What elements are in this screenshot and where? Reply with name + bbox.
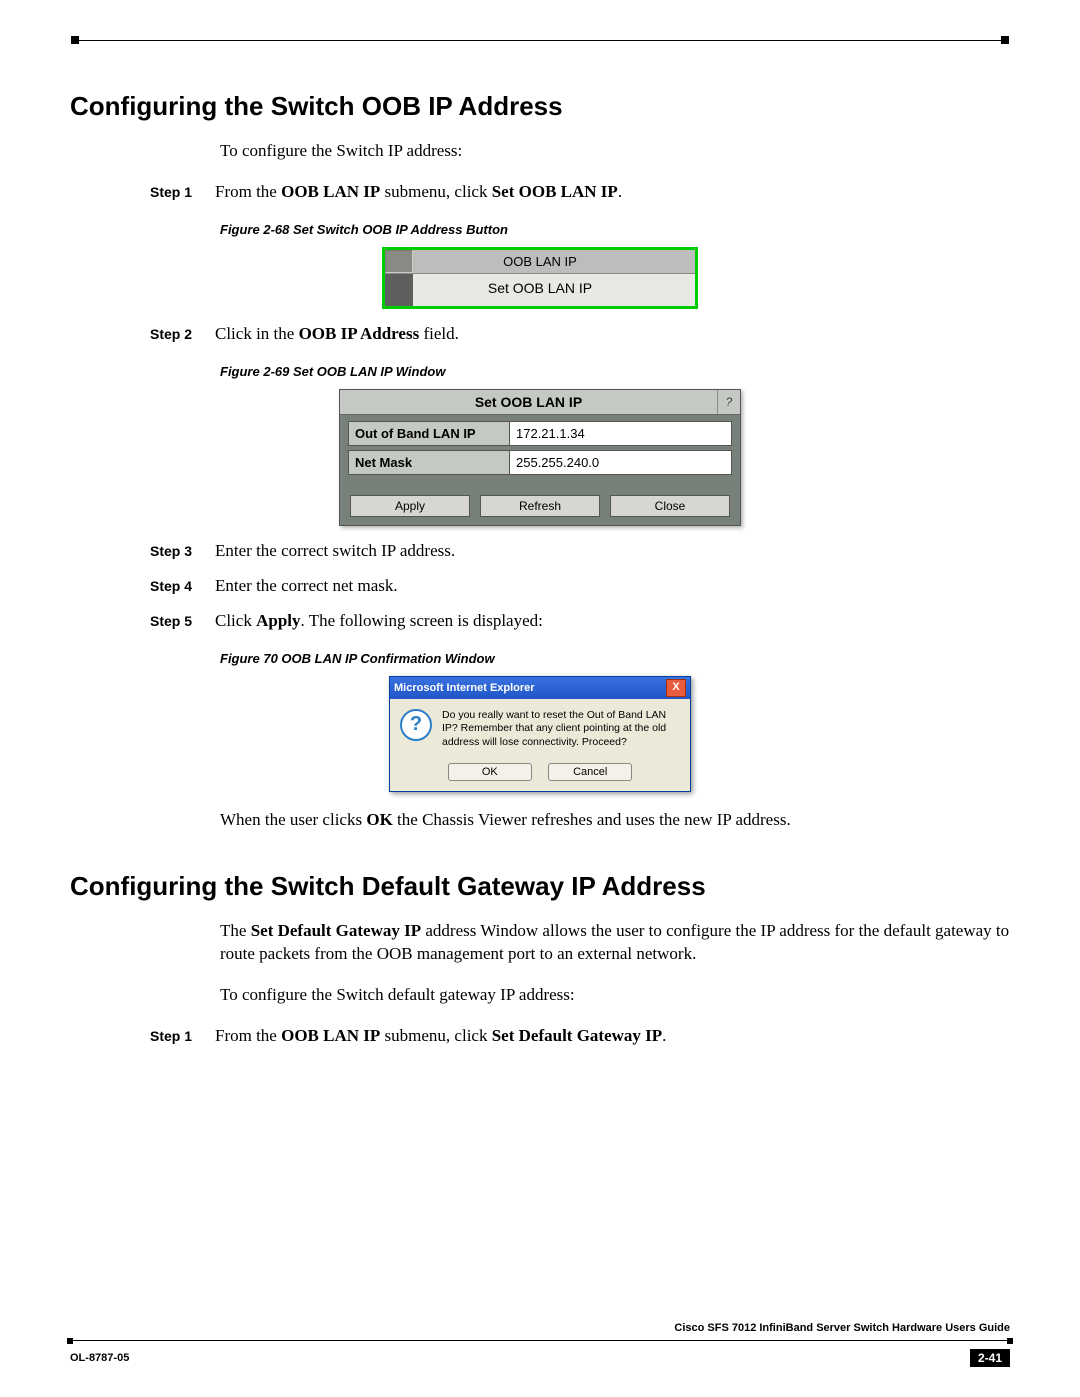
step-text: From the OOB LAN IP submenu, click Set D… (215, 1025, 1010, 1048)
figure-68-caption: Figure 2-68 Set Switch OOB IP Address Bu… (220, 222, 1010, 237)
top-horizontal-rule (75, 40, 1005, 51)
page-footer: Cisco SFS 7012 InfiniBand Server Switch … (70, 1340, 1010, 1367)
intro-text-oob: To configure the Switch IP address: (220, 140, 1010, 163)
step-text: Enter the correct switch IP address. (215, 540, 1010, 563)
step-4-oob: Step 4 Enter the correct net mask. (150, 575, 1010, 598)
window-title-set-oob: Set OOB LAN IP (340, 390, 717, 414)
step-text: Click in the OOB IP Address field. (215, 323, 1010, 346)
step-label: Step 2 (150, 325, 215, 344)
help-icon[interactable]: ? (717, 390, 740, 414)
step-1-gateway: Step 1 From the OOB LAN IP submenu, clic… (150, 1025, 1010, 1048)
figure-69-window: Set OOB LAN IP ? Out of Band LAN IP Net … (339, 389, 741, 526)
figure-70-dialog: Microsoft Internet Explorer X ? Do you r… (389, 676, 691, 792)
footer-horizontal-rule (70, 1340, 1010, 1347)
figure-70-caption: Figure 70 OOB LAN IP Confirmation Window (220, 651, 1010, 666)
close-icon[interactable]: X (666, 679, 686, 697)
footer-doc-title: Cisco SFS 7012 InfiniBand Server Switch … (70, 1322, 1010, 1334)
after-fig70-text: When the user clicks OK the Chassis View… (220, 809, 1010, 832)
step-2-oob: Step 2 Click in the OOB IP Address field… (150, 323, 1010, 346)
step-label: Step 5 (150, 612, 215, 631)
gateway-description: The Set Default Gateway IP address Windo… (220, 920, 1010, 966)
label-out-of-band-ip: Out of Band LAN IP (348, 421, 510, 446)
step-1-oob: Step 1 From the OOB LAN IP submenu, clic… (150, 181, 1010, 204)
label-net-mask: Net Mask (348, 450, 510, 475)
step-label: Step 1 (150, 1027, 215, 1046)
step-3-oob: Step 3 Enter the correct switch IP addre… (150, 540, 1010, 563)
apply-button[interactable]: Apply (350, 495, 470, 517)
step-text: From the OOB LAN IP submenu, click Set O… (215, 181, 1010, 204)
step-text: Click Apply. The following screen is dis… (215, 610, 1010, 633)
step-label: Step 1 (150, 183, 215, 202)
refresh-button[interactable]: Refresh (480, 495, 600, 517)
menu-item-set-oob-lan-ip[interactable]: Set OOB LAN IP (385, 274, 695, 306)
dialog-message: Do you really want to reset the Out of B… (442, 709, 680, 750)
menu-tab-oob-lan-ip[interactable]: OOB LAN IP (385, 250, 695, 274)
step-label: Step 4 (150, 577, 215, 596)
step-label: Step 3 (150, 542, 215, 561)
step-text: Enter the correct net mask. (215, 575, 1010, 598)
tab-notch-icon (385, 250, 413, 273)
close-button[interactable]: Close (610, 495, 730, 517)
oob-ip-address-field[interactable] (510, 421, 732, 446)
figure-69-caption: Figure 2-69 Set OOB LAN IP Window (220, 364, 1010, 379)
footer-doc-id: OL-8787-05 (70, 1352, 129, 1364)
section-heading-oob-ip: Configuring the Switch OOB IP Address (70, 91, 1010, 122)
net-mask-field[interactable] (510, 450, 732, 475)
item-notch-icon (385, 274, 413, 306)
footer-page-number: 2-41 (970, 1349, 1010, 1367)
dialog-titlebar: Microsoft Internet Explorer (394, 682, 666, 694)
cancel-button[interactable]: Cancel (548, 763, 632, 781)
figure-68-menu: OOB LAN IP Set OOB LAN IP (382, 247, 698, 309)
intro-text-gateway: To configure the Switch default gateway … (220, 984, 1010, 1007)
question-icon: ? (400, 709, 432, 741)
ok-button[interactable]: OK (448, 763, 532, 781)
step-5-oob: Step 5 Click Apply. The following screen… (150, 610, 1010, 633)
section-heading-default-gateway: Configuring the Switch Default Gateway I… (70, 871, 1010, 902)
